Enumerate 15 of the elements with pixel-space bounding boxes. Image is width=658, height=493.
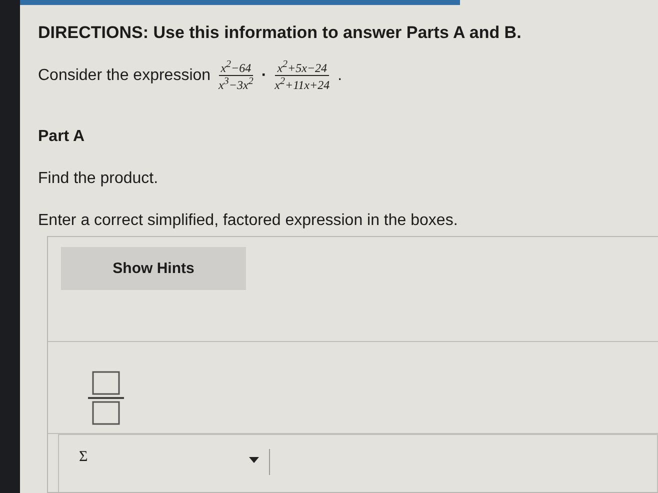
symbol-menu[interactable]: Σ xyxy=(79,449,249,466)
fraction-numerator: x$^{2}$−64 xyxy=(218,59,254,76)
prompt-text: Consider the expression xyxy=(38,66,211,85)
fraction-template-icon[interactable] xyxy=(88,370,124,426)
dropdown-caret-icon[interactable] xyxy=(249,457,259,464)
period-mark: . xyxy=(338,66,342,85)
show-hints-button[interactable]: Show Hints xyxy=(61,247,246,290)
directions-heading: DIRECTIONS: Use this information to answer Parts A and B. xyxy=(38,23,522,43)
fraction-denominator: x$^{2}$+11x+24 xyxy=(274,76,331,92)
multiply-operator: · xyxy=(261,66,267,85)
fraction-denominator: x$^{3}$−3x$^{2}$ xyxy=(217,76,254,92)
task-text: Find the product. xyxy=(38,170,160,188)
part-title: Part A xyxy=(38,128,86,146)
instruction-text: Enter a correct simplified, factored expression in the boxes. xyxy=(38,212,459,230)
fraction-numerator: x$^{2}$+5x−24 xyxy=(275,59,330,76)
